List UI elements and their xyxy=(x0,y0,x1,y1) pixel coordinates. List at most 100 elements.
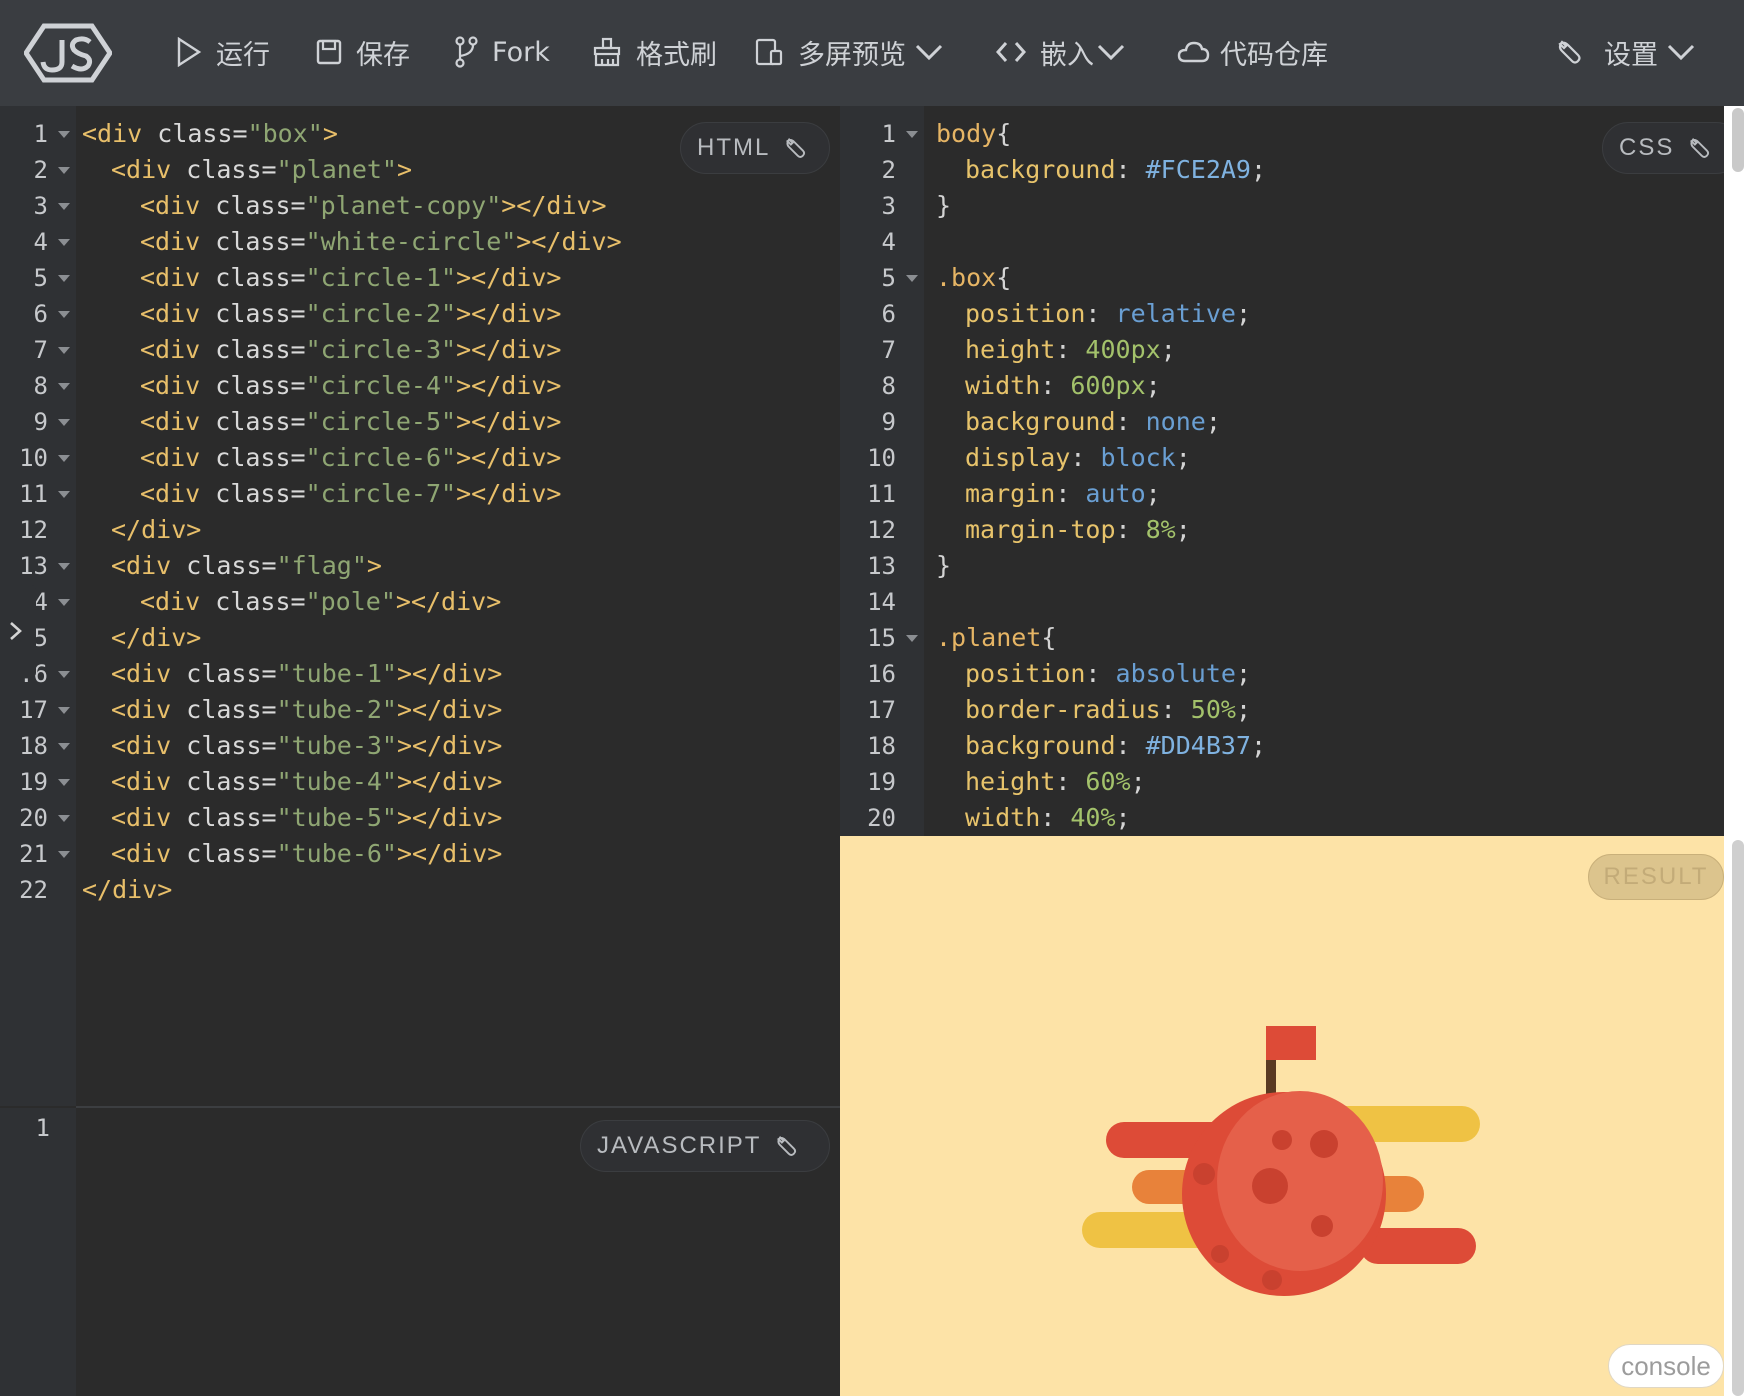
scrollbar-thumb-result[interactable] xyxy=(1732,840,1744,1396)
fold-toggle[interactable] xyxy=(58,743,70,750)
code-token: ></div> xyxy=(395,587,502,616)
fold-toggle[interactable] xyxy=(906,131,918,138)
fold-toggle[interactable] xyxy=(58,203,70,210)
fold-toggle[interactable] xyxy=(906,275,918,282)
code-token: "tube-1" xyxy=(276,659,397,688)
code-line[interactable]: <div class="circle-3"></div> xyxy=(140,332,561,368)
fold-toggle[interactable] xyxy=(58,491,70,498)
css-editor[interactable]: CSS 1 body{2 background: #FCE2A9; 3} 4 5 .box{… xyxy=(840,106,1724,836)
code-token: : xyxy=(1115,515,1146,544)
code-line[interactable]: height: 60%; xyxy=(965,764,1146,800)
result-pane[interactable]: RESULT console xyxy=(840,836,1724,1396)
code-line[interactable]: display: block; xyxy=(965,440,1191,476)
js-editor[interactable]: 1 JAVASCRIPT xyxy=(0,1108,840,1396)
html-editor[interactable]: HTML 1 <div class="box"> 2 <div class="plan… xyxy=(0,106,840,1106)
code-line[interactable]: <div class="tube-4"></div> xyxy=(111,764,502,800)
fold-toggle[interactable] xyxy=(58,311,70,318)
fold-toggle[interactable] xyxy=(58,239,70,246)
code-line[interactable]: </div> xyxy=(111,620,201,656)
code-line[interactable]: } xyxy=(936,188,951,224)
code-line[interactable]: background: #FCE2A9; xyxy=(965,152,1266,188)
repo-button[interactable]: 代码仓库 xyxy=(1176,30,1328,74)
code-line[interactable]: width: 600px; xyxy=(965,368,1161,404)
console-button[interactable]: console xyxy=(1608,1344,1724,1388)
code-line[interactable]: </div> xyxy=(82,872,172,908)
code-line[interactable]: <div class="circle-5"></div> xyxy=(140,404,561,440)
code-line[interactable]: <div class="circle-6"></div> xyxy=(140,440,561,476)
code-line[interactable]: border-radius: 50%; xyxy=(965,692,1251,728)
fold-toggle[interactable] xyxy=(58,131,70,138)
code-line[interactable]: </div> xyxy=(111,512,201,548)
fold-toggle[interactable] xyxy=(58,455,70,462)
code-token: 600px xyxy=(1070,371,1146,400)
preview-dropdown[interactable]: 多屏预览 xyxy=(754,30,944,74)
fold-toggle[interactable] xyxy=(906,635,918,642)
code-token: class= xyxy=(215,227,306,256)
code-line[interactable]: <div class="circle-7"></div> xyxy=(140,476,561,512)
fold-toggle[interactable] xyxy=(58,383,70,390)
line-number: 18 xyxy=(19,732,48,760)
code-line[interactable]: background: none; xyxy=(965,404,1221,440)
code-line[interactable]: margin-top: 8%; xyxy=(965,512,1191,548)
fold-toggle[interactable] xyxy=(58,779,70,786)
code-line[interactable]: <div class="box"> xyxy=(82,116,338,152)
code-token: class= xyxy=(215,299,306,328)
code-line[interactable]: .box{ xyxy=(936,260,1011,296)
code-line[interactable]: background: #DD4B37; xyxy=(965,728,1266,764)
chevron-down-icon xyxy=(1667,44,1695,61)
code-line[interactable]: margin: auto; xyxy=(965,476,1161,512)
line-number: 9 xyxy=(33,408,48,436)
code-token: #DD4B37 xyxy=(1145,731,1251,760)
fold-toggle[interactable] xyxy=(58,815,70,822)
fold-toggle[interactable] xyxy=(58,167,70,174)
fold-toggle[interactable] xyxy=(58,419,70,426)
code-line[interactable]: position: absolute; xyxy=(965,656,1251,692)
scrollbar-thumb-css[interactable] xyxy=(1732,108,1744,172)
css-badge[interactable]: CSS xyxy=(1602,122,1724,174)
fold-toggle[interactable] xyxy=(58,707,70,714)
fold-toggle[interactable] xyxy=(58,347,70,354)
code-line[interactable]: width: 40%; xyxy=(965,800,1131,836)
code-token: <div xyxy=(111,803,187,832)
code-line[interactable]: <div class="circle-4"></div> xyxy=(140,368,561,404)
code-token: margin xyxy=(965,479,1056,508)
code-line[interactable]: <div class="planet"> xyxy=(111,152,412,188)
code-line[interactable]: height: 400px; xyxy=(965,332,1176,368)
fork-icon xyxy=(455,36,478,68)
code-line[interactable]: <div class="flag"> xyxy=(111,548,382,584)
code-line[interactable]: <div class="tube-5"></div> xyxy=(111,800,502,836)
code-token: .box xyxy=(936,263,997,292)
flag xyxy=(1266,1026,1316,1060)
html-badge[interactable]: HTML xyxy=(680,122,830,174)
embed-dropdown[interactable]: 嵌入 xyxy=(996,30,1126,74)
code-line[interactable]: <div class="white-circle"></div> xyxy=(140,224,622,260)
code-line[interactable]: <div class="tube-2"></div> xyxy=(111,692,502,728)
code-line[interactable]: <div class="tube-3"></div> xyxy=(111,728,502,764)
fold-toggle[interactable] xyxy=(58,563,70,570)
save-button[interactable]: 保存 xyxy=(316,30,410,74)
code-line[interactable]: <div class="pole"></div> xyxy=(140,584,501,620)
code-line[interactable]: body{ xyxy=(936,116,1011,152)
code-line[interactable]: } xyxy=(936,548,951,584)
fold-toggle[interactable] xyxy=(58,599,70,606)
code-line[interactable]: <div class="planet-copy"></div> xyxy=(140,188,607,224)
fold-toggle[interactable] xyxy=(58,851,70,858)
code-line[interactable]: position: relative; xyxy=(965,296,1251,332)
code-line[interactable]: <div class="tube-6"></div> xyxy=(111,836,502,872)
settings-dropdown[interactable]: 设置 xyxy=(1556,30,1696,74)
sidebar-toggle[interactable] xyxy=(0,585,36,677)
code-line[interactable]: <div class="circle-2"></div> xyxy=(140,296,561,332)
line-number: 21 xyxy=(19,840,48,868)
line-number: 19 xyxy=(19,768,48,796)
code-line[interactable]: <div class="circle-1"></div> xyxy=(140,260,561,296)
js-badge[interactable]: JAVASCRIPT xyxy=(580,1120,830,1172)
fold-toggle[interactable] xyxy=(58,671,70,678)
code-line[interactable]: .planet{ xyxy=(936,620,1056,656)
js-logo-icon[interactable] xyxy=(24,22,112,84)
format-button[interactable]: 格式刷 xyxy=(592,30,717,74)
fork-button[interactable]: Fork xyxy=(454,30,550,74)
code-line[interactable]: <div class="tube-1"></div> xyxy=(111,656,502,692)
code-token: class= xyxy=(186,155,277,184)
run-button[interactable]: 运行 xyxy=(176,30,270,74)
fold-toggle[interactable] xyxy=(58,275,70,282)
